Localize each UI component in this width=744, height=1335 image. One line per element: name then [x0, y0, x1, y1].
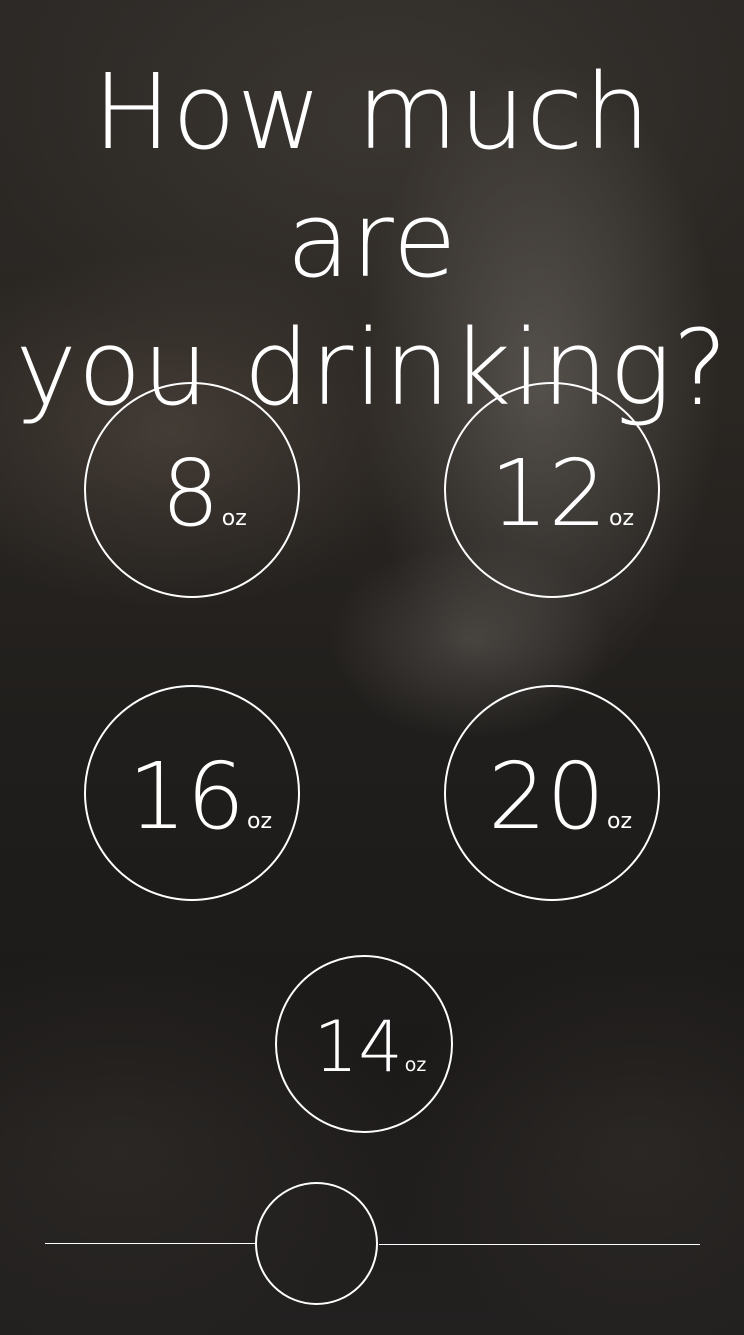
size-button-12oz[interactable]: 12 oz [444, 382, 660, 598]
slider-track-filled [45, 1243, 257, 1244]
size-unit: oz [221, 506, 247, 531]
size-label: 8 oz [161, 448, 247, 540]
size-unit: oz [247, 809, 273, 834]
size-value: 20 [487, 743, 606, 850]
size-unit: oz [404, 1054, 427, 1076]
size-unit: oz [607, 809, 633, 834]
title-line-1: How much are [92, 51, 652, 301]
size-button-16oz[interactable]: 16 oz [84, 685, 300, 901]
size-value: 16 [127, 743, 246, 850]
size-label: 12 oz [490, 448, 634, 540]
size-button-20oz[interactable]: 20 oz [444, 685, 660, 901]
slider-track-remaining [379, 1244, 700, 1245]
size-label: 20 oz [488, 751, 632, 843]
size-label: 14 oz [314, 1012, 427, 1082]
size-label: 16 oz [128, 751, 272, 843]
size-value: 14 [313, 1006, 403, 1088]
page-title: How much are you drinking? [0, 48, 744, 432]
size-unit: oz [609, 506, 635, 531]
size-button-14oz[interactable]: 14 oz [275, 955, 453, 1133]
size-slider-thumb[interactable] [255, 1182, 378, 1305]
size-value: 8 [161, 440, 220, 547]
screen: How much are you drinking? 8 oz 12 oz 16… [0, 0, 744, 1335]
size-button-8oz[interactable]: 8 oz [84, 382, 300, 598]
title-line-2: you drinking? [15, 307, 729, 429]
size-value: 12 [489, 440, 608, 547]
